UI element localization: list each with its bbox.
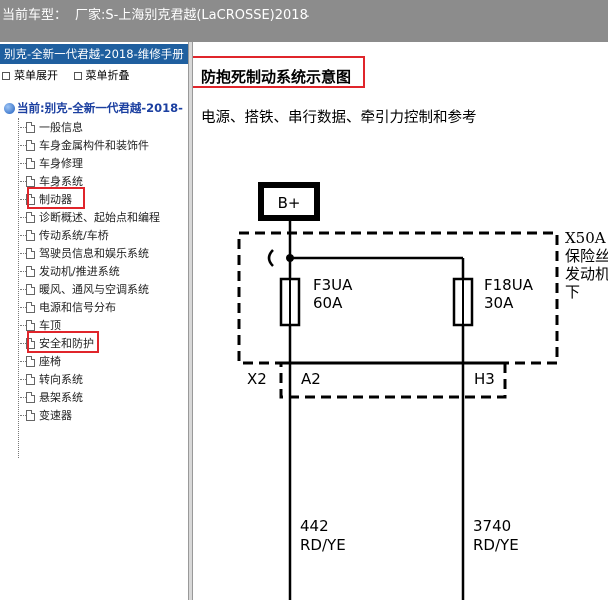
fuse-1-name: F3UA xyxy=(313,276,353,294)
document-icon xyxy=(26,355,35,367)
document-icon xyxy=(26,121,35,133)
tree-item[interactable]: 诊断概述、起始点和编程 xyxy=(20,209,160,227)
tree-item[interactable]: 车身金属构件和装饰件 xyxy=(20,137,149,155)
fusible-link-mark xyxy=(267,249,274,267)
highlight-box-safety xyxy=(27,331,99,353)
tree-item[interactable]: 车身修理 xyxy=(20,155,83,173)
document-icon xyxy=(26,301,35,313)
pin-2-label: H3 xyxy=(474,370,495,388)
document-icon xyxy=(26,409,35,421)
tree-item[interactable]: 发动机/推进系统 xyxy=(20,263,120,281)
schematic-diagram: B+ F3UA 60A F18UA 30A X50A 保险丝 发动机 下 X2 … xyxy=(237,182,608,600)
wire-1-circuit: 442 xyxy=(300,517,329,535)
power-terminal-label: B+ xyxy=(278,194,301,212)
fuse-box-desc-3: 下 xyxy=(565,283,580,301)
current-model-info: 当前车型： 厂家:S-上海别克君越(LaCROSSE)2018 xyxy=(2,4,308,23)
tree-item[interactable]: 驾驶员信息和娱乐系统 xyxy=(20,245,149,263)
document-icon xyxy=(26,157,35,169)
tree-root[interactable]: 当前:别克-全新一代君越-2018- xyxy=(4,100,183,116)
fuse-2-rating: 30A xyxy=(484,294,514,312)
expand-menu-button[interactable]: 菜单展开 xyxy=(2,67,58,83)
top-bar: 当前车型： 厂家:S-上海别克君越(LaCROSSE)2018 . xyxy=(0,0,608,42)
fuse-box-id: X50A xyxy=(565,229,606,247)
pin-1-label: A2 xyxy=(301,370,321,388)
wire-1-color: RD/YE xyxy=(300,536,346,554)
tree-item[interactable]: 一般信息 xyxy=(20,119,83,137)
current-model-label: 当前车型： xyxy=(2,8,68,23)
fuse-1-rating: 60A xyxy=(313,294,343,312)
tree-item[interactable]: 电源和信号分布 xyxy=(20,299,116,317)
wire-2-circuit: 3740 xyxy=(473,517,511,535)
tree-item[interactable]: 暖风、通风与空调系统 xyxy=(20,281,149,299)
tree-guide-line xyxy=(18,118,19,458)
wire-2-color: RD/YE xyxy=(473,536,519,554)
diagram-pane: 防抱死制动系统示意图 电源、搭铁、串行数据、牵引力控制和参考 B+ F3UA 6… xyxy=(193,42,608,600)
document-icon xyxy=(26,247,35,259)
connector-id: X2 xyxy=(247,370,267,388)
document-icon xyxy=(26,175,35,187)
document-icon xyxy=(26,265,35,277)
document-icon xyxy=(26,139,35,151)
fuse-box-desc-2: 发动机 xyxy=(565,265,608,283)
tree-item[interactable]: 传动系统/车桥 xyxy=(20,227,109,245)
tree-item[interactable]: 转向系统 xyxy=(20,371,83,389)
current-model-value: 厂家:S-上海别克君越(LaCROSSE)2018 xyxy=(75,8,308,23)
document-icon xyxy=(26,319,35,331)
tree-item[interactable]: 座椅 xyxy=(20,353,61,371)
sidebar: 别克-全新一代君越-2018-维修手册 菜单展开 菜单折叠 当前:别克-全新一代… xyxy=(0,42,188,600)
collapse-icon xyxy=(73,72,82,80)
fuse-2-name: F18UA xyxy=(484,276,534,294)
expand-icon xyxy=(2,72,10,80)
document-icon xyxy=(26,373,35,385)
highlight-box-brakes xyxy=(27,187,85,209)
document-icon xyxy=(26,229,35,241)
document-icon xyxy=(26,283,35,295)
document-icon xyxy=(26,391,35,403)
trailing-mark: . xyxy=(306,6,310,20)
document-icon xyxy=(26,211,35,223)
menu-tools: 菜单展开 菜单折叠 xyxy=(2,67,142,83)
tree-item[interactable]: 变速器 xyxy=(20,407,72,425)
manual-title: 别克-全新一代君越-2018-维修手册 xyxy=(0,44,188,64)
globe-icon xyxy=(4,103,15,114)
tree-item[interactable]: 悬架系统 xyxy=(20,389,83,407)
tree-root-label: 当前:别克-全新一代君越-2018- xyxy=(17,101,183,115)
collapse-menu-button[interactable]: 菜单折叠 xyxy=(73,67,130,83)
fuse-box-desc-1: 保险丝 xyxy=(565,247,608,265)
